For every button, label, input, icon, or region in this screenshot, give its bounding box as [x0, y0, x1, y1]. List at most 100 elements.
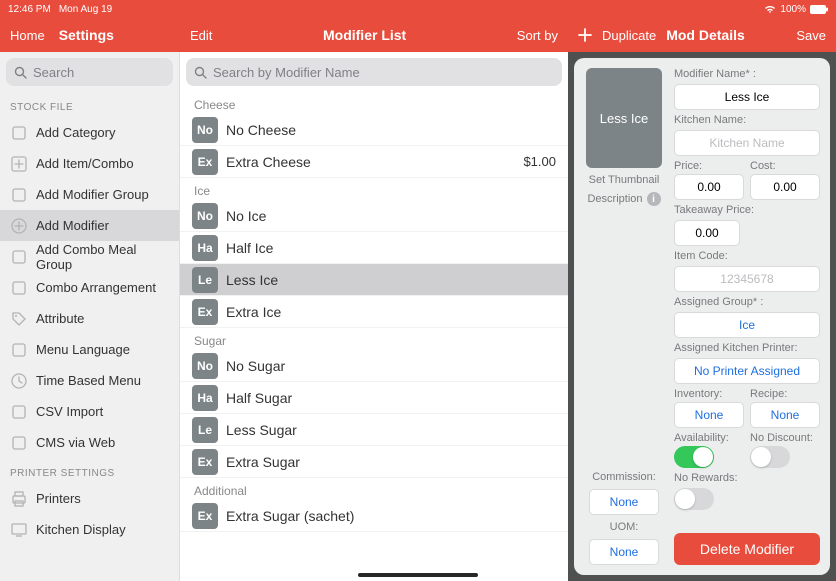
cost-input[interactable] [750, 174, 820, 200]
tag-icon [10, 310, 28, 328]
sidebar-item[interactable]: CSV Import [0, 396, 179, 427]
sidebar-item-label: Add Item/Combo [36, 156, 134, 171]
sidebar-item[interactable]: Add Combo Meal Group [0, 241, 179, 272]
thumbnail[interactable]: Less Ice [586, 68, 662, 168]
modifier-row[interactable]: HaHalf Sugar [180, 382, 568, 414]
itemcode-input[interactable] [674, 266, 820, 292]
header-bars: Home Settings Edit Modifier List Sort by… [0, 18, 836, 52]
web-icon [10, 434, 28, 452]
sidebar: STOCK FILEAdd CategoryAdd Item/ComboAdd … [0, 52, 180, 581]
norewards-toggle[interactable] [674, 488, 714, 510]
sidebar-item[interactable]: Attribute [0, 303, 179, 334]
modlist-title: Modifier List [323, 27, 406, 43]
modifier-row[interactable]: LeLess Ice [180, 264, 568, 296]
takeaway-input[interactable] [674, 220, 740, 246]
sidebar-item[interactable]: Add Category [0, 117, 179, 148]
sidebar-item[interactable]: Add Modifier [0, 210, 179, 241]
printer-icon [10, 490, 28, 508]
modifier-row[interactable]: ExExtra Cheese$1.00 [180, 146, 568, 178]
home-indicator[interactable] [358, 573, 478, 577]
sidebar-item[interactable]: CMS via Web [0, 427, 179, 458]
nodiscount-label: No Discount: [750, 432, 820, 444]
printer-select[interactable]: No Printer Assigned [674, 358, 820, 384]
modifier-label: Extra Ice [226, 304, 556, 320]
grid2-icon [10, 248, 28, 266]
list-search[interactable] [186, 58, 562, 86]
group-header: Cheese [180, 92, 568, 114]
modifier-row[interactable]: NoNo Cheese [180, 114, 568, 146]
sidebar-item-label: Printers [36, 491, 81, 506]
sidebar-item[interactable]: Printers [0, 483, 179, 514]
commission-select[interactable]: None [589, 489, 659, 515]
import-icon [10, 403, 28, 421]
norewards-label: No Rewards: [674, 472, 820, 484]
info-icon: i [647, 192, 661, 206]
plus-box-icon [10, 155, 28, 173]
modname-input[interactable] [674, 84, 820, 110]
status-date: Mon Aug 19 [59, 4, 112, 15]
status-battery: 100% [780, 4, 806, 15]
save-button[interactable]: Save [796, 28, 826, 43]
sortby-button[interactable]: Sort by [517, 28, 558, 43]
uom-select[interactable]: None [589, 539, 659, 565]
modifier-badge: Ha [192, 385, 218, 411]
modifier-label: Extra Sugar (sachet) [226, 508, 556, 524]
description-label: Description [587, 193, 642, 205]
nodiscount-toggle[interactable] [750, 446, 790, 468]
header-left: Home Settings [0, 18, 180, 52]
status-bar: 12:46 PM Mon Aug 19 100% [0, 0, 836, 18]
availability-toggle[interactable] [674, 446, 714, 468]
modifier-price: $1.00 [523, 154, 556, 169]
recipe-select[interactable]: None [750, 402, 820, 428]
description-row[interactable]: Description i [587, 192, 660, 206]
sidebar-search[interactable] [6, 58, 173, 86]
modifier-row[interactable]: ExExtra Sugar (sachet) [180, 500, 568, 532]
home-button[interactable]: Home [10, 28, 45, 43]
clock-icon [10, 372, 28, 390]
wifi-icon [764, 4, 776, 14]
search-icon [14, 66, 27, 79]
cost-label: Cost: [750, 160, 820, 172]
modifier-label: No Ice [226, 208, 556, 224]
sidebar-item-label: Menu Language [36, 342, 130, 357]
kitchen-label: Kitchen Name: [674, 114, 820, 126]
modifier-list: CheeseNoNo CheeseExExtra Cheese$1.00IceN… [180, 52, 568, 581]
modifier-row[interactable]: NoNo Ice [180, 200, 568, 232]
sidebar-item[interactable]: Combo Arrangement [0, 272, 179, 303]
moddetails-title: Mod Details [666, 27, 745, 43]
delete-button[interactable]: Delete Modifier [674, 533, 820, 565]
modifier-row[interactable]: Ex Extra Ice [180, 296, 568, 328]
duplicate-button[interactable]: Duplicate [602, 28, 656, 43]
sidebar-item[interactable]: Kitchen Display [0, 514, 179, 545]
sidebar-item[interactable]: Menu Language [0, 334, 179, 365]
group-header: Ice [180, 178, 568, 200]
modifier-badge: Ex [192, 299, 218, 325]
plus-circle-icon [10, 217, 28, 235]
modifier-row[interactable]: NoNo Sugar [180, 350, 568, 382]
modname-label: Modifier Name* : [674, 68, 820, 80]
sidebar-item-label: CSV Import [36, 404, 103, 419]
modifier-label: No Sugar [226, 358, 556, 374]
modifier-row[interactable]: HaHalf Ice [180, 232, 568, 264]
uom-label: UOM: [610, 521, 639, 533]
inventory-select[interactable]: None [674, 402, 744, 428]
sidebar-item[interactable]: Time Based Menu [0, 365, 179, 396]
sidebar-item-label: Attribute [36, 311, 84, 326]
takeaway-label: Takeaway Price: [674, 204, 820, 216]
price-input[interactable] [674, 174, 744, 200]
detail-panel: Less Ice Set Thumbnail Description i Com… [568, 52, 836, 581]
kitchen-input[interactable] [674, 130, 820, 156]
set-thumb-label[interactable]: Set Thumbnail [589, 174, 660, 186]
list-search-input[interactable] [213, 65, 554, 80]
sidebar-item[interactable]: Add Modifier Group [0, 179, 179, 210]
printer-label: Assigned Kitchen Printer: [674, 342, 820, 354]
modifier-row[interactable]: LeLess Sugar [180, 414, 568, 446]
plus-icon[interactable] [578, 28, 592, 42]
edit-button[interactable]: Edit [190, 28, 212, 43]
sidebar-item-label: Kitchen Display [36, 522, 126, 537]
sidebar-item[interactable]: Add Item/Combo [0, 148, 179, 179]
modifier-badge: Le [192, 267, 218, 293]
modifier-row[interactable]: ExExtra Sugar [180, 446, 568, 478]
group-select[interactable]: Ice [674, 312, 820, 338]
price-label: Price: [674, 160, 744, 172]
